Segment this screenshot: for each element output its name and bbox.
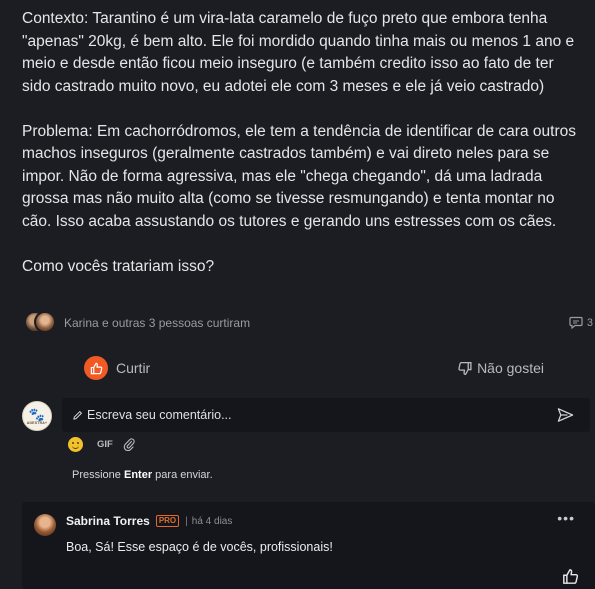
comment-timestamp: há 4 dias bbox=[191, 515, 233, 527]
likes-summary: Karina e outras 3 pessoas curtiram 3 bbox=[24, 310, 595, 336]
like-button[interactable]: Curtir bbox=[84, 356, 150, 380]
hint-prefix: Pressione bbox=[72, 469, 121, 481]
comments-count-value: 3 bbox=[586, 316, 593, 329]
avatar[interactable] bbox=[34, 514, 56, 536]
comment-text: Boa, Sá! Esse espaço é de vocês, profiss… bbox=[66, 540, 333, 554]
comment-header: Sabrina Torres PRO | há 4 dias bbox=[66, 513, 232, 529]
liker-avatars[interactable] bbox=[24, 311, 58, 335]
comment-bubble-icon bbox=[569, 316, 583, 329]
composer-tools: GIF bbox=[68, 435, 135, 453]
like-label: Curtir bbox=[116, 360, 151, 376]
emoji-icon[interactable] bbox=[68, 436, 83, 452]
post-paragraph-question: Como vocês tratariam isso? bbox=[22, 257, 215, 275]
send-icon[interactable] bbox=[557, 407, 574, 423]
dislike-label: Não gostei bbox=[477, 360, 544, 376]
gif-button[interactable]: GIF bbox=[97, 439, 113, 450]
comments-count[interactable]: 3 bbox=[569, 316, 593, 329]
post-actions: Curtir Não gostei bbox=[84, 354, 554, 382]
thumbs-up-icon bbox=[84, 356, 108, 380]
comment-input[interactable] bbox=[87, 408, 527, 422]
thumbs-down-icon bbox=[458, 361, 472, 375]
pencil-icon bbox=[73, 410, 82, 420]
comment-card: Sabrina Torres PRO | há 4 dias ••• Boa, … bbox=[22, 502, 595, 589]
thumbs-up-icon[interactable] bbox=[562, 568, 579, 585]
post-paragraph-problem: Problema: Em cachorródromos, ele tem a t… bbox=[22, 122, 576, 230]
paw-icon: 🐾 bbox=[28, 406, 46, 422]
comment-author[interactable]: Sabrina Torres bbox=[66, 514, 150, 528]
comment-composer bbox=[62, 398, 590, 432]
dislike-button[interactable]: Não gostei bbox=[457, 360, 544, 376]
hint-suffix: para enviar. bbox=[155, 469, 213, 481]
separator: | bbox=[185, 515, 188, 527]
likes-text[interactable]: Karina e outras 3 pessoas curtiram bbox=[64, 316, 250, 330]
avatar-brand: ADESTRA+ bbox=[26, 420, 48, 425]
post-paragraph-context: Contexto: Tarantino é um vira-lata caram… bbox=[22, 10, 575, 95]
post-body: Contexto: Tarantino é um vira-lata caram… bbox=[22, 8, 577, 278]
current-user-avatar: 🐾 ADESTRA+ bbox=[22, 401, 52, 431]
pro-badge: PRO bbox=[155, 515, 180, 527]
send-hint: Pressione Enter para enviar. bbox=[72, 469, 213, 481]
hint-key: Enter bbox=[123, 469, 153, 481]
more-options-icon[interactable]: ••• bbox=[557, 510, 575, 526]
avatar bbox=[34, 311, 56, 333]
paperclip-icon[interactable] bbox=[123, 437, 135, 451]
